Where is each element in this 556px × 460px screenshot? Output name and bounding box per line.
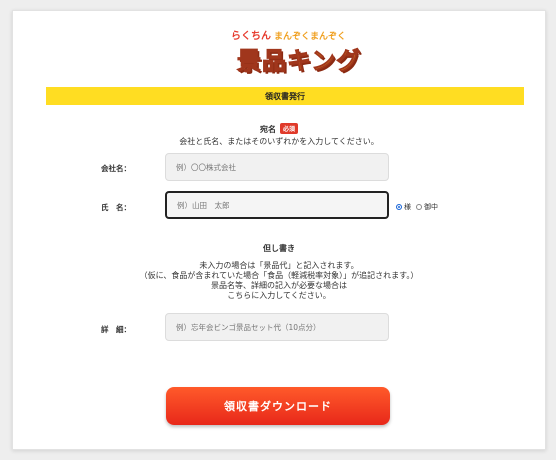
required-badge: 必須 bbox=[279, 123, 298, 134]
receipt-form-card: らくちん まんぞくまんぞく 景品キング 領収書発行 宛名 必須 会社と氏名、またはそ… bbox=[12, 10, 546, 450]
logo-title: 景品キング bbox=[236, 47, 362, 76]
details-input[interactable] bbox=[165, 313, 389, 341]
proviso-note-line-4: こちらに入力してください。 bbox=[227, 291, 331, 300]
name-input[interactable] bbox=[165, 191, 389, 219]
honorific-radio-group: 様 御中 bbox=[396, 202, 443, 212]
addressee-note: 会社と氏名、またはそのいずれかを入力してください。 bbox=[179, 137, 379, 146]
addressee-heading: 宛名 必須 bbox=[13, 123, 545, 135]
proviso-note-line-1: 未入力の場合は「景品代」と記入されます。 bbox=[199, 261, 359, 270]
company-input[interactable] bbox=[165, 153, 389, 181]
proviso-note-line-2: （仮に、食品が含まれていた場合「食品（軽減税率対象）」が追記されます。） bbox=[139, 271, 419, 280]
details-label: 詳 細： bbox=[101, 325, 131, 334]
page-title: 領収書発行 bbox=[265, 91, 305, 101]
name-label: 氏 名： bbox=[101, 203, 131, 212]
logo-tagline: らくちん まんぞくまんぞく bbox=[231, 31, 347, 42]
company-label: 会社名： bbox=[101, 164, 131, 173]
section-header-bar: 領収書発行 bbox=[46, 87, 524, 105]
radio-unselected-icon[interactable] bbox=[416, 204, 422, 210]
download-receipt-button[interactable]: 領収書ダウンロード bbox=[166, 387, 390, 425]
site-logo[interactable]: らくちん まんぞくまんぞく 景品キング bbox=[231, 27, 361, 76]
honorific-onchu-option[interactable]: 御中 bbox=[416, 202, 438, 212]
honorific-sama-option[interactable]: 様 bbox=[396, 202, 411, 212]
radio-selected-icon[interactable] bbox=[396, 204, 402, 210]
proviso-heading: 但し書き bbox=[263, 244, 295, 253]
proviso-note-line-3: 景品名等、詳細の記入が必要な場合は bbox=[211, 281, 347, 290]
